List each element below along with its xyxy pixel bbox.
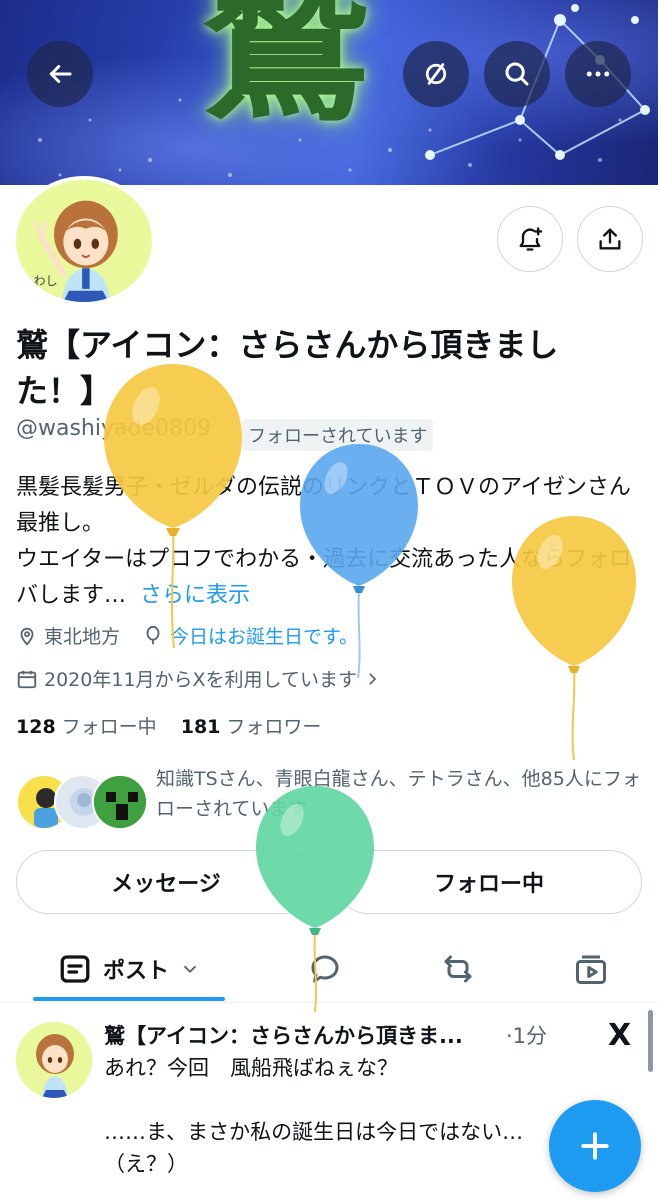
followers-link[interactable]: 181 フォロワー (181, 716, 322, 738)
eye-slash-icon (425, 63, 447, 85)
post-time[interactable]: ·1分 (506, 1020, 547, 1050)
posts-tab-icon (60, 955, 90, 983)
birthday-balloon-blue (300, 444, 418, 679)
post-author-name[interactable]: 鷲【アイコン：さらさんから頂きま... (104, 1020, 504, 1050)
calendar-icon (17, 670, 37, 688)
known-followers-text: 知識TSさん、青眼白龍さん、テトラさん、他85人にフォローされています (156, 768, 641, 820)
back-button[interactable] (27, 41, 93, 107)
share-icon (599, 228, 621, 250)
followers-label: フォロワー (226, 716, 322, 738)
location-icon (20, 627, 34, 646)
avatar-character-image: わし (16, 180, 152, 302)
search-icon (505, 62, 529, 86)
more-button[interactable] (565, 41, 631, 107)
active-tab-indicator (33, 997, 225, 1001)
avatar-caption: わし (33, 274, 57, 288)
posts-tab-label: ポスト (102, 959, 169, 984)
tab-media[interactable] (551, 935, 631, 1003)
arrow-left-icon (49, 65, 72, 83)
more-horizontal-icon (586, 71, 610, 77)
tab-posts[interactable]: ポスト (33, 935, 225, 1003)
notifications-button[interactable] (497, 206, 563, 272)
following-count: 128 (16, 716, 56, 738)
x-logo-icon: X (608, 1018, 632, 1053)
birthday-balloon-green (256, 786, 374, 1013)
following-button[interactable]: フォロー中 (336, 850, 642, 914)
followers-count: 181 (180, 716, 221, 738)
tab-reposts[interactable] (418, 935, 498, 1003)
chevron-down-icon (183, 965, 197, 974)
birthday-balloon-yellow (512, 516, 636, 761)
follow-counts: 128 フォロー中 181 フォロワー (16, 712, 321, 739)
hide-translation-button[interactable] (403, 41, 469, 107)
plus-icon (581, 1132, 609, 1160)
following-label: フォロー中 (61, 716, 157, 738)
profile-avatar[interactable]: わし (12, 176, 156, 306)
known-follower-avatar (92, 774, 148, 830)
bell-plus-icon (519, 227, 543, 251)
profile-banner: 鷲 (0, 0, 658, 185)
birthday-balloon-yellow (104, 364, 242, 649)
post-author-avatar[interactable] (16, 1022, 92, 1098)
video-stack-icon (576, 955, 606, 984)
scrollbar[interactable] (648, 1010, 653, 1072)
repost-icon (444, 955, 472, 983)
post-text: あれ？今回 風船飛ばねぇな？ ……ま、まさか私の誕生日は今日ではない… （え？） (104, 1056, 524, 1176)
compose-post-button[interactable] (549, 1100, 641, 1192)
share-button[interactable] (577, 206, 643, 272)
following-link[interactable]: 128 フォロー中 (16, 716, 157, 738)
search-button[interactable] (484, 41, 550, 107)
banner-kanji: 鷲 (200, 0, 371, 145)
